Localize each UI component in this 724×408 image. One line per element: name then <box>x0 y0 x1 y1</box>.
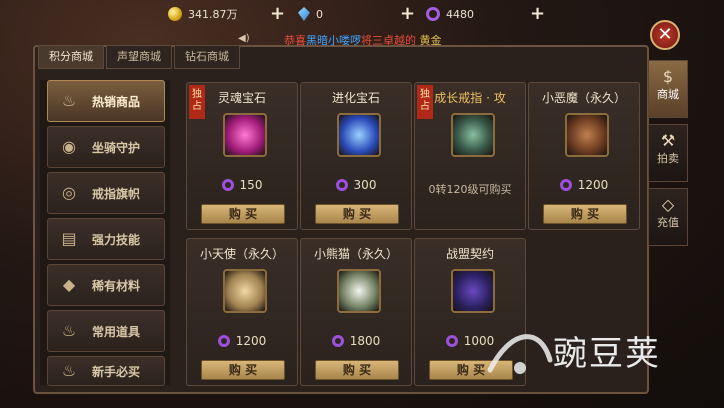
ring-item-icon[interactable] <box>451 113 495 157</box>
category-label: 强力技能 <box>92 232 141 247</box>
ring-icon: ◎ <box>62 183 76 202</box>
mount-icon: ◉ <box>62 137 76 156</box>
watermark-text: 豌豆荚 <box>553 334 661 374</box>
flame-icon: ♨ <box>61 91 77 110</box>
price-value: 1200 <box>577 178 609 192</box>
item-name: 成长戒指 · 攻 <box>434 91 506 105</box>
price-value: 150 <box>239 178 263 192</box>
nav-label: 拍卖 <box>657 152 679 165</box>
item-price: 150 <box>187 178 297 192</box>
purple-ring-icon <box>426 7 440 21</box>
blue-crystal-icon[interactable] <box>337 113 381 157</box>
purple-ring-icon <box>559 179 572 191</box>
nav-shop[interactable]: $ 商城 <box>648 60 688 118</box>
announce-player: 黑暗小喽啰 <box>306 34 361 47</box>
item-name: 进化宝石 <box>331 91 380 105</box>
purple-ring-icon <box>221 179 234 191</box>
gold-resource: 341.87万 <box>168 6 238 22</box>
item-card: 进化宝石 300 购 买 <box>300 82 412 230</box>
purple-ring-icon <box>217 335 230 347</box>
money-bag-icon: $ <box>662 67 674 86</box>
tab-diamond-shop[interactable]: 钻石商城 <box>174 45 240 69</box>
item-price: 1200 <box>187 334 297 348</box>
category-newbie[interactable]: ♨ 新手必买 <box>47 356 165 386</box>
item-name: 战盟契约 <box>445 247 494 261</box>
category-items[interactable]: ♨ 常用道具 <box>47 310 165 352</box>
nav-label: 商城 <box>657 88 679 101</box>
close-button[interactable]: ✕ <box>650 20 680 50</box>
item-name: 小恶魔（永久） <box>541 91 626 105</box>
shop-tabs: 积分商城 声望商城 钻石商城 <box>38 45 242 69</box>
scroll-icon[interactable] <box>451 269 495 313</box>
category-label: 稀有材料 <box>92 278 141 293</box>
item-price: 300 <box>301 178 411 192</box>
diamond-icon: ◇ <box>661 195 675 214</box>
blue-resource: 0 <box>298 6 323 22</box>
price-value: 300 <box>353 178 377 192</box>
category-ring[interactable]: ◎ 戒指旗帜 <box>47 172 165 214</box>
add-blue-button[interactable]: + <box>400 3 415 24</box>
item-price: 1200 <box>529 178 639 192</box>
announce-part: 恭喜 <box>284 34 306 47</box>
announce-item: 黄金 <box>416 34 442 47</box>
category-material[interactable]: ◆ 稀有材料 <box>47 264 165 306</box>
buy-button[interactable]: 购 买 <box>315 204 399 224</box>
item-card: 小熊猫（永久） 1800 购 买 <box>300 238 412 386</box>
purple-ring-icon <box>331 335 344 347</box>
item-card: 独占 成长戒指 · 攻 0转120级可购买 <box>414 82 526 230</box>
category-label: 新手必买 <box>92 364 141 379</box>
gold-amount: 341.87万 <box>188 8 238 21</box>
tab-reputation-shop[interactable]: 声望商城 <box>106 45 172 69</box>
purple-ring-icon <box>445 335 458 347</box>
category-mount[interactable]: ◉ 坐骑守护 <box>47 126 165 168</box>
nav-label: 充值 <box>657 216 679 229</box>
purple-resource: 4480 <box>426 6 474 22</box>
crystal-icon: ◆ <box>62 275 76 294</box>
item-name: 小熊猫（永久） <box>313 247 398 261</box>
pink-gem-icon[interactable] <box>223 113 267 157</box>
speaker-icon: ◀) <box>238 33 250 44</box>
category-skill[interactable]: ▤ 强力技能 <box>47 218 165 260</box>
blue-gem-icon <box>298 7 310 21</box>
item-card: 独占 灵魂宝石 150 购 买 <box>186 82 298 230</box>
add-gold-button[interactable]: + <box>270 3 285 24</box>
price-value: 1800 <box>349 334 381 348</box>
flame-icon: ♨ <box>61 321 77 340</box>
purchase-requirement: 0转120级可购买 <box>428 183 512 196</box>
book-icon: ▤ <box>61 229 77 248</box>
add-purple-button[interactable]: + <box>530 3 545 24</box>
item-card: 小天使（永久） 1200 购 买 <box>186 238 298 386</box>
tab-points-shop[interactable]: 积分商城 <box>38 45 104 69</box>
buy-button[interactable]: 购 买 <box>315 360 399 380</box>
announcement: 恭喜黑暗小喽啰将三卓越的 黄金 <box>284 32 534 47</box>
category-label: 戒指旗帜 <box>92 186 141 201</box>
purple-ring-icon <box>335 179 348 191</box>
gavel-icon: ⚒ <box>660 131 676 150</box>
category-label: 常用道具 <box>92 324 141 339</box>
panda-pet-icon[interactable] <box>337 269 381 313</box>
buy-button[interactable]: 购 买 <box>201 204 285 224</box>
category-hot[interactable]: ♨ 热销商品 <box>47 80 165 122</box>
nav-auction[interactable]: ⚒ 拍卖 <box>648 124 688 182</box>
announce-part: 将 <box>361 34 372 47</box>
category-label: 坐骑守护 <box>92 140 141 155</box>
item-name: 灵魂宝石 <box>217 91 266 105</box>
gold-coin-icon <box>168 7 182 21</box>
nav-recharge[interactable]: ◇ 充值 <box>648 188 688 246</box>
price-value: 1200 <box>235 334 267 348</box>
item-price: 1800 <box>301 334 411 348</box>
blue-amount: 0 <box>316 7 323 21</box>
announce-part: 三卓越的 <box>372 34 416 47</box>
category-label: 热销商品 <box>92 94 141 109</box>
flame-icon: ♨ <box>61 361 77 380</box>
buy-button[interactable]: 购 买 <box>201 360 285 380</box>
item-name: 小天使（永久） <box>199 247 284 261</box>
item-card: 小恶魔（永久） 1200 购 买 <box>528 82 640 230</box>
angel-pet-icon[interactable] <box>223 269 267 313</box>
purple-amount: 4480 <box>446 7 474 21</box>
imp-pet-icon[interactable] <box>565 113 609 157</box>
buy-button[interactable]: 购 买 <box>543 204 627 224</box>
